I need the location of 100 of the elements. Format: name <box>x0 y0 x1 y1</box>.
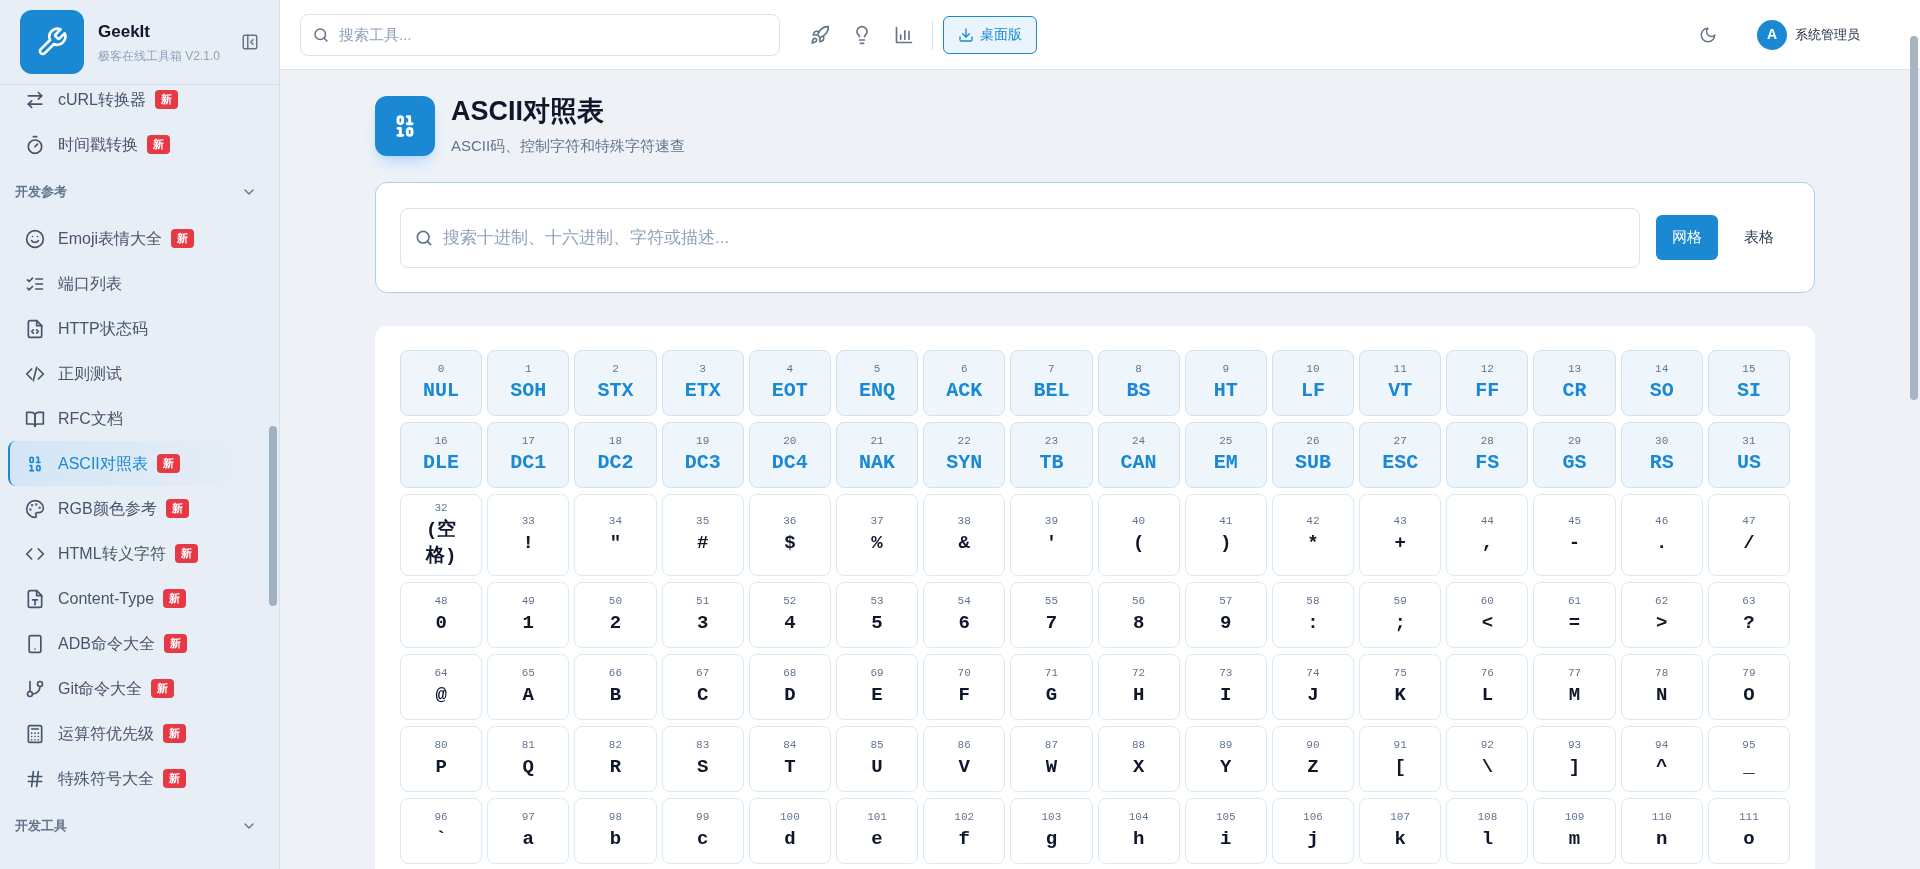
ascii-card[interactable]: 75 K <box>1359 654 1442 720</box>
ascii-card[interactable]: 19 DC3 <box>661 422 744 488</box>
ascii-card[interactable]: 55 7 <box>1010 582 1093 648</box>
ascii-card[interactable]: 22 SYN <box>923 422 1006 488</box>
ascii-card[interactable]: 65 A <box>487 654 570 720</box>
ascii-card[interactable]: 18 DC2 <box>574 422 657 488</box>
ascii-card[interactable]: 83 S <box>661 726 744 792</box>
ascii-card[interactable]: 28 FS <box>1446 422 1529 488</box>
ascii-card[interactable]: 49 1 <box>487 582 570 648</box>
ascii-card[interactable]: 0 NUL <box>400 350 483 416</box>
ascii-card[interactable]: 21 NAK <box>835 422 919 488</box>
sidebar-item[interactable]: ADB命令大全 新 <box>8 621 267 666</box>
search-field[interactable]: 搜索工具... <box>300 13 780 56</box>
sidebar-item[interactable]: HTML转义字符 新 <box>8 531 267 576</box>
user-name[interactable]: 系统管理员 <box>1795 24 1860 45</box>
ascii-card[interactable]: 24 CAN <box>1097 422 1180 488</box>
ascii-card[interactable]: 71 G <box>1010 654 1093 720</box>
ascii-card[interactable]: 67 C <box>661 654 744 720</box>
ascii-card[interactable]: 84 T <box>748 726 831 792</box>
ascii-card[interactable]: 30 RS <box>1620 422 1703 488</box>
sidebar-item[interactable]: Content-Type 新 <box>8 576 267 621</box>
ascii-card[interactable]: 35 # <box>661 494 744 576</box>
ascii-card[interactable]: 93 ] <box>1533 726 1616 792</box>
sidebar-item[interactable]: 特殊符号大全 新 <box>8 756 267 801</box>
ascii-card[interactable]: 14 SO <box>1620 350 1703 416</box>
ascii-card[interactable]: 4 EOT <box>748 350 831 416</box>
ascii-card[interactable]: 7 BEL <box>1010 350 1093 416</box>
ascii-card[interactable]: 9 HT <box>1184 350 1267 416</box>
ascii-card[interactable]: 98 b <box>574 798 657 864</box>
ascii-card[interactable]: 60 < <box>1446 582 1529 648</box>
sidebar-item[interactable]: Git命令大全 新 <box>8 666 267 711</box>
ascii-card[interactable]: 105 i <box>1184 798 1267 864</box>
sidebar-item[interactable]: cURL转换器 新 <box>8 85 267 122</box>
ascii-card[interactable]: 39 ' <box>1010 494 1093 576</box>
ascii-card[interactable]: 8 BS <box>1097 350 1180 416</box>
ascii-card[interactable]: 76 L <box>1446 654 1529 720</box>
ascii-card[interactable]: 47 / <box>1707 494 1790 576</box>
ascii-card[interactable]: 40 ( <box>1097 494 1180 576</box>
ascii-card[interactable]: 68 D <box>748 654 831 720</box>
sidebar-item[interactable]: Emoji表情大全 新 <box>8 216 267 261</box>
ascii-card[interactable]: 1 SOH <box>487 350 570 416</box>
ascii-card[interactable]: 34 " <box>574 494 657 576</box>
ascii-card[interactable]: 107 k <box>1359 798 1442 864</box>
ascii-card[interactable]: 2 STX <box>574 350 657 416</box>
scrollbar-thumb[interactable] <box>269 426 277 606</box>
ascii-card[interactable]: 58 : <box>1271 582 1355 648</box>
ascii-card[interactable]: 16 DLE <box>400 422 483 488</box>
ascii-card[interactable]: 38 & <box>923 494 1006 576</box>
ascii-card[interactable]: 87 W <box>1010 726 1093 792</box>
ascii-card[interactable]: 15 SI <box>1707 350 1790 416</box>
ascii-card[interactable]: 63 ? <box>1707 582 1790 648</box>
ascii-card[interactable]: 90 Z <box>1271 726 1355 792</box>
ascii-card[interactable]: 10 LF <box>1271 350 1355 416</box>
ascii-card[interactable]: 92 \ <box>1446 726 1529 792</box>
ascii-card[interactable]: 109 m <box>1533 798 1616 864</box>
ascii-card[interactable]: 80 P <box>400 726 483 792</box>
dark-mode-icon[interactable] <box>1699 25 1717 44</box>
ascii-card[interactable]: 20 DC4 <box>748 422 831 488</box>
ascii-card[interactable]: 54 6 <box>923 582 1006 648</box>
sidebar-item[interactable]: RFC文档 <box>8 396 267 441</box>
sidebar-item[interactable]: 正则测试 <box>8 351 267 396</box>
ascii-card[interactable]: 99 c <box>661 798 744 864</box>
ascii-card[interactable]: 52 4 <box>748 582 831 648</box>
ascii-card[interactable]: 86 V <box>923 726 1006 792</box>
ascii-card[interactable]: 103 g <box>1010 798 1093 864</box>
ascii-card[interactable]: 77 M <box>1533 654 1616 720</box>
ascii-card[interactable]: 101 e <box>835 798 919 864</box>
ascii-card[interactable]: 66 B <box>574 654 657 720</box>
ascii-card[interactable]: 59 ; <box>1359 582 1442 648</box>
view-toggle-button[interactable]: 网格 <box>1656 215 1718 260</box>
ascii-card[interactable]: 96 ` <box>400 798 483 864</box>
sidebar-item[interactable]: 端口列表 <box>8 261 267 306</box>
ascii-card[interactable]: 31 US <box>1707 422 1790 488</box>
ascii-card[interactable]: 78 N <box>1620 654 1703 720</box>
ascii-card[interactable]: 108 l <box>1446 798 1529 864</box>
ascii-card[interactable]: 5 ENQ <box>835 350 919 416</box>
ascii-card[interactable]: 27 ESC <box>1359 422 1442 488</box>
ascii-card[interactable]: 13 CR <box>1533 350 1616 416</box>
scrollbar-thumb[interactable] <box>1910 36 1918 400</box>
ascii-card[interactable]: 37 % <box>835 494 919 576</box>
sidebar-item[interactable]: HTTP状态码 <box>8 306 267 351</box>
view-toggle-button[interactable]: 表格 <box>1728 215 1790 260</box>
sidebar-item[interactable]: 时间戳转换 新 <box>8 122 267 167</box>
ascii-card[interactable]: 89 Y <box>1184 726 1267 792</box>
ascii-card[interactable]: 51 3 <box>661 582 744 648</box>
ascii-card[interactable]: 3 ETX <box>661 350 744 416</box>
ascii-card[interactable]: 88 X <box>1097 726 1180 792</box>
ascii-card[interactable]: 17 DC1 <box>487 422 570 488</box>
ascii-card[interactable]: 46 . <box>1620 494 1703 576</box>
ascii-card[interactable]: 42 * <box>1271 494 1355 576</box>
ascii-card[interactable]: 91 [ <box>1359 726 1442 792</box>
ascii-card[interactable]: 79 O <box>1707 654 1790 720</box>
ascii-card[interactable]: 29 GS <box>1533 422 1616 488</box>
ascii-card[interactable]: 33 ! <box>487 494 570 576</box>
ascii-card[interactable]: 26 SUB <box>1271 422 1355 488</box>
ascii-card[interactable]: 110 n <box>1620 798 1703 864</box>
ascii-card[interactable]: 97 a <box>487 798 570 864</box>
ascii-card[interactable]: 57 9 <box>1184 582 1267 648</box>
ascii-card[interactable]: 82 R <box>574 726 657 792</box>
ascii-card[interactable]: 6 ACK <box>923 350 1006 416</box>
